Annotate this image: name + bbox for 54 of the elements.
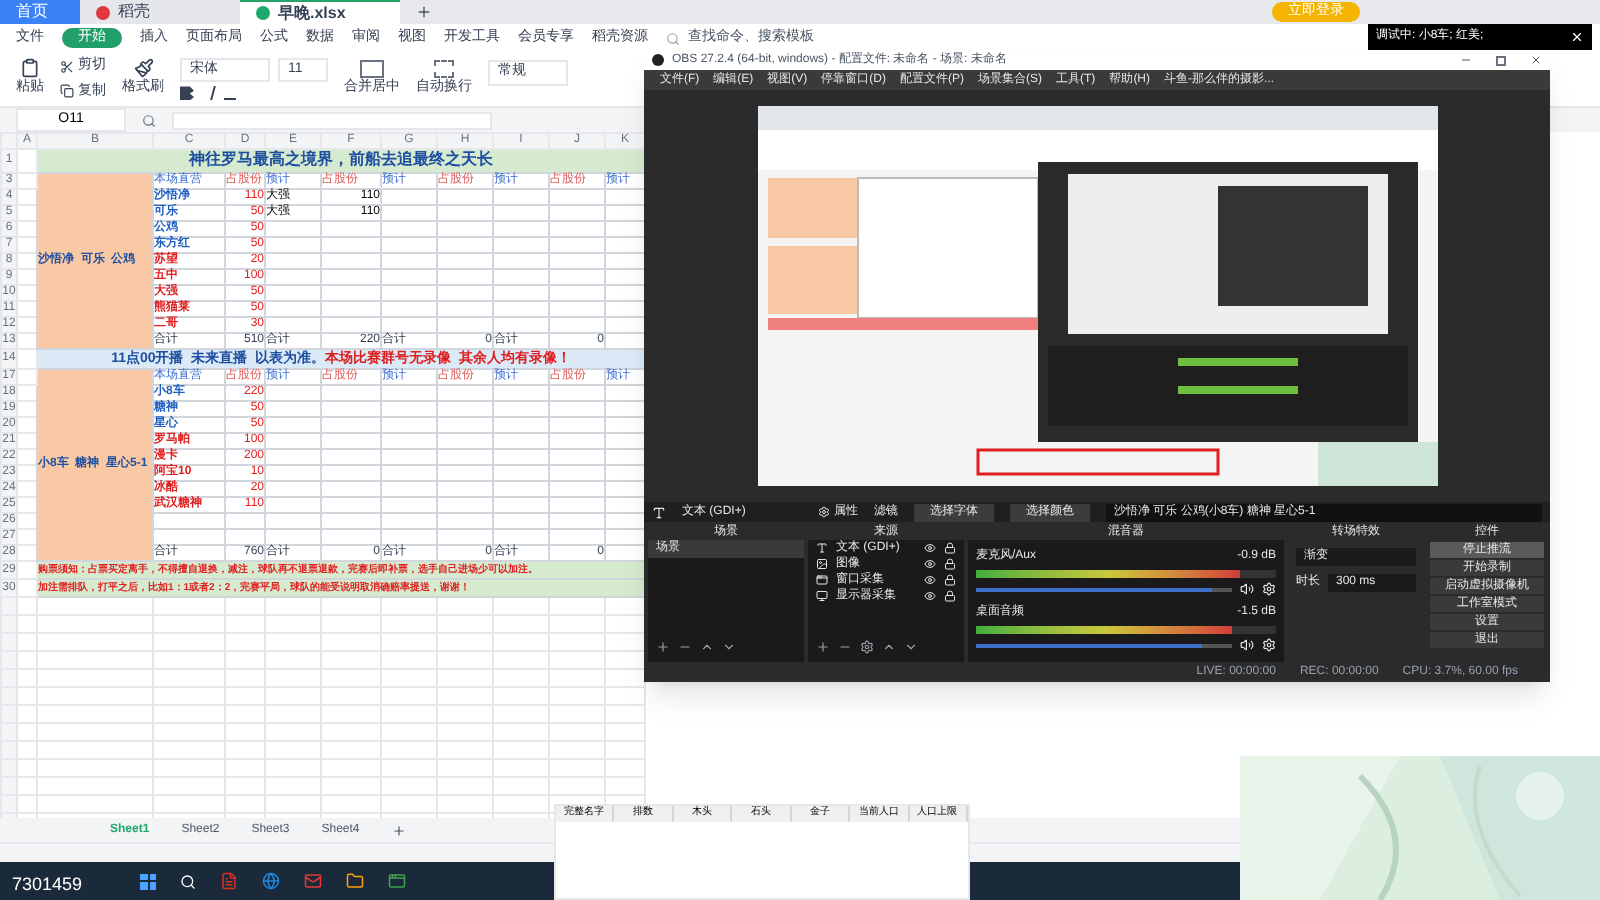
taskbar-app-icon[interactable]: [220, 872, 238, 890]
taskbar-app-icon[interactable]: [388, 872, 406, 890]
close-icon[interactable]: [1530, 54, 1542, 66]
format-painter-icon[interactable]: [133, 58, 153, 79]
remove-icon[interactable]: [678, 640, 692, 654]
paste-icon[interactable]: [20, 58, 40, 79]
copy-icon[interactable]: [60, 84, 74, 99]
obs-logo-icon: [652, 54, 664, 66]
add-icon[interactable]: [816, 640, 830, 654]
move-up-icon[interactable]: [700, 640, 714, 654]
new-tab-icon[interactable]: [416, 4, 432, 20]
source-icon: [816, 542, 828, 554]
volume-slider[interactable]: [976, 585, 1232, 593]
gear-icon: [818, 506, 830, 518]
source-icon: [816, 574, 828, 586]
add-sheet-icon[interactable]: [391, 823, 406, 837]
lock-icon[interactable]: [944, 558, 956, 570]
move-down-icon[interactable]: [904, 640, 918, 654]
move-down-icon[interactable]: [722, 640, 736, 654]
lock-icon[interactable]: [944, 542, 956, 554]
document-tab[interactable]: 首页: [0, 0, 80, 24]
merge-icon[interactable]: [360, 59, 384, 78]
docer-icon: [96, 5, 110, 19]
visibility-icon[interactable]: [924, 590, 936, 602]
add-icon[interactable]: [656, 640, 670, 654]
search-icon[interactable]: [180, 873, 196, 889]
speaker-icon[interactable]: [1240, 638, 1254, 652]
visibility-icon[interactable]: [924, 574, 936, 586]
taskbar-app-icon[interactable]: [346, 872, 364, 890]
source-icon: [816, 590, 828, 602]
taskbar-app-icon[interactable]: [304, 872, 322, 890]
move-up-icon[interactable]: [882, 640, 896, 654]
visibility-icon[interactable]: [924, 558, 936, 570]
taskbar-app-icon[interactable]: [262, 872, 280, 890]
text-source-icon: [652, 505, 666, 519]
start-icon[interactable]: [140, 873, 156, 889]
cut-icon[interactable]: [60, 59, 74, 74]
spreadsheet-icon: [256, 6, 270, 20]
search-icon: [666, 31, 680, 45]
settings-icon[interactable]: [860, 640, 874, 654]
lock-icon[interactable]: [944, 590, 956, 602]
visibility-icon[interactable]: [924, 542, 936, 554]
document-tab[interactable]: 早晚.xlsx: [240, 0, 400, 24]
wrap-icon[interactable]: [434, 59, 454, 78]
sheet-title: 神往罗马最高之境界，前船去追最终之天长: [189, 150, 493, 168]
source-icon: [816, 558, 828, 570]
speaker-icon[interactable]: [1240, 582, 1254, 596]
remove-icon[interactable]: [838, 640, 852, 654]
maximize-icon[interactable]: [1496, 55, 1506, 65]
formula-field[interactable]: [172, 111, 492, 129]
volume-slider[interactable]: [976, 641, 1232, 649]
zoom-icon[interactable]: [142, 113, 156, 127]
lock-icon[interactable]: [944, 574, 956, 586]
overlay-code: 7301459: [12, 872, 83, 898]
